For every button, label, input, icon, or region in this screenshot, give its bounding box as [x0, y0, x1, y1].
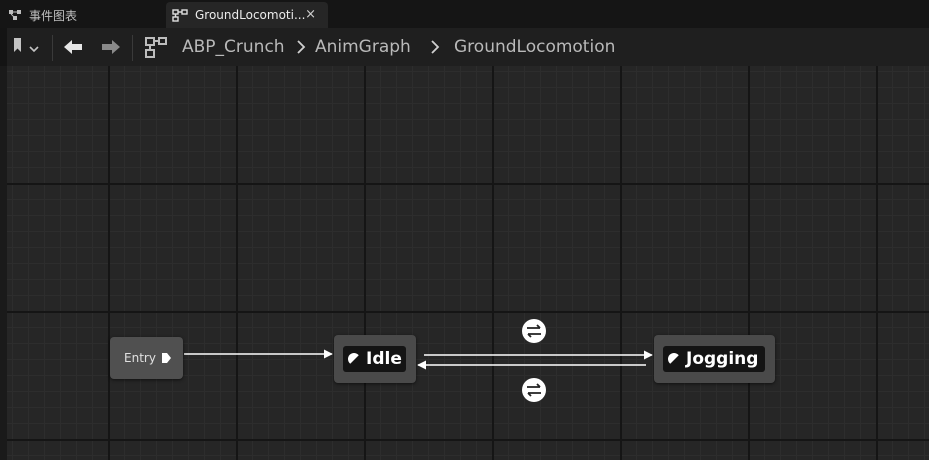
entry-label: Entry [124, 351, 156, 365]
state-node-idle[interactable]: Idle [334, 335, 416, 383]
state-label: Idle [366, 349, 402, 369]
output-pin-icon[interactable] [161, 352, 172, 364]
transition-rule-icon[interactable] [521, 318, 547, 344]
state-icon [347, 352, 361, 366]
state-title: Idle [343, 346, 406, 372]
transition-wires [184, 349, 653, 370]
state-label: Jogging [686, 349, 759, 369]
state-title: Jogging [663, 346, 765, 372]
transition-rule-icon[interactable] [521, 377, 547, 403]
state-icon [667, 352, 681, 366]
state-node-jogging[interactable]: Jogging [654, 335, 775, 383]
entry-node[interactable]: Entry [110, 337, 183, 379]
